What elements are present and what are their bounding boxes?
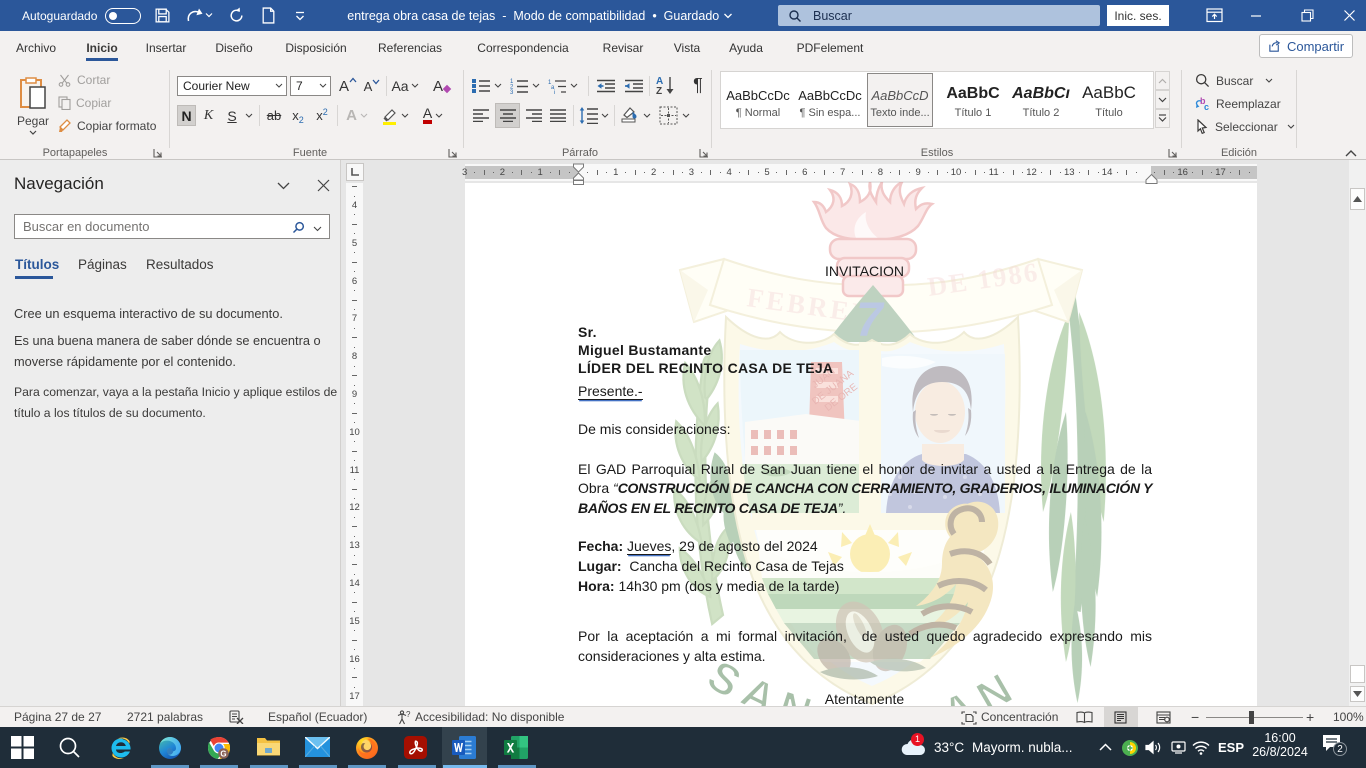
svg-text:3: 3 xyxy=(510,90,514,94)
svg-text:i: i xyxy=(554,90,555,94)
svg-text:Z: Z xyxy=(656,86,662,95)
svg-text:c: c xyxy=(1204,102,1209,111)
svg-text:7: 7 xyxy=(856,294,885,347)
svg-text:?: ? xyxy=(406,710,411,719)
svg-text:G: G xyxy=(220,749,226,758)
